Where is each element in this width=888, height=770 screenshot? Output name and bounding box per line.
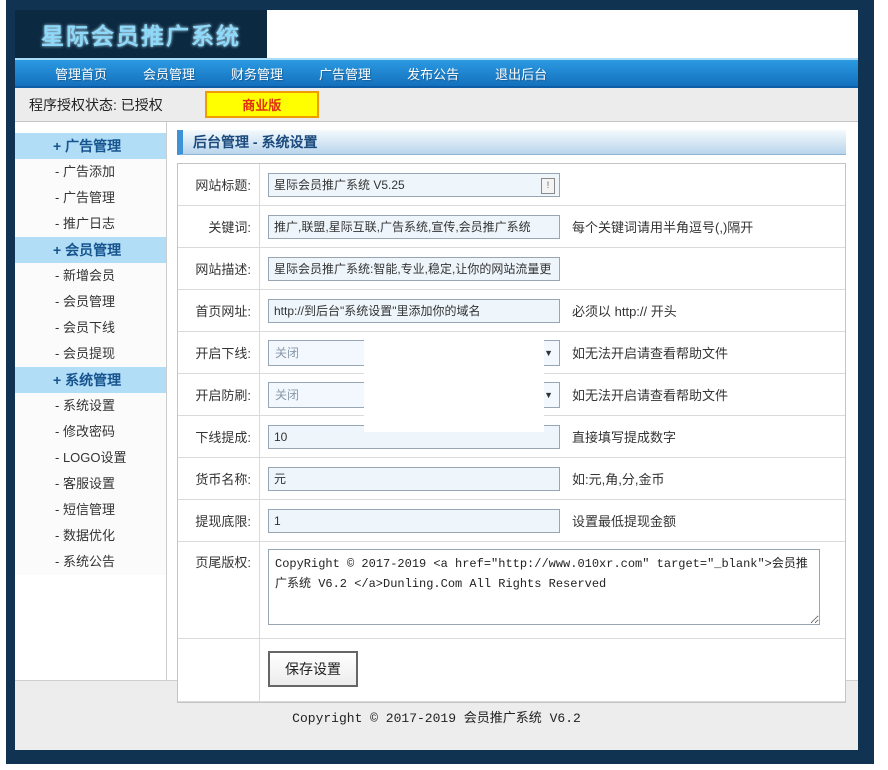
- footer-copyright-textarea[interactable]: CopyRight © 2017-2019 <a href="http://ww…: [268, 549, 820, 625]
- input-addon-icon: !: [541, 178, 555, 194]
- nav-item-finance[interactable]: 财务管理: [231, 64, 283, 83]
- nav-item-members[interactable]: 会员管理: [143, 64, 195, 83]
- field-label: 下线提成:: [178, 416, 260, 457]
- sidebar-item-ad-add[interactable]: - 广告添加: [15, 159, 166, 185]
- sidebar-item-member-downline[interactable]: - 会员下线: [15, 315, 166, 341]
- form-row-home-url: 首页网址: 必须以 http:// 开头: [178, 290, 845, 332]
- header: 星际会员推广系统: [15, 10, 858, 58]
- nav-item-announce[interactable]: 发布公告: [407, 64, 459, 83]
- page-inner: 星际会员推广系统 管理首页 会员管理 财务管理 广告管理 发布公告 退出后台 程…: [15, 10, 858, 750]
- withdraw-minimum-input[interactable]: [268, 509, 560, 533]
- field-label: 关键词:: [178, 206, 260, 247]
- sidebar-item-member-withdraw[interactable]: - 会员提现: [15, 341, 166, 367]
- field-label: 提现底限:: [178, 500, 260, 541]
- sidebar-section-ads[interactable]: + 广告管理: [15, 133, 166, 159]
- sidebar-item-data-optimize[interactable]: - 数据优化: [15, 523, 166, 549]
- select-value: 关闭: [275, 386, 299, 403]
- edition-badge[interactable]: 商业版: [205, 91, 319, 118]
- field-label: 开启防刷:: [178, 374, 260, 415]
- field-label: 页尾版权:: [178, 542, 260, 638]
- field-hint: 如无法开启请查看帮助文件: [572, 385, 728, 404]
- nav-item-ads[interactable]: 广告管理: [319, 64, 371, 83]
- sidebar-item-system-settings[interactable]: - 系统设置: [15, 393, 166, 419]
- app-logo: 星际会员推广系统: [41, 17, 241, 51]
- form-row-keywords: 关键词: 每个关键词请用半角逗号(,)隔开: [178, 206, 845, 248]
- form-row-currency: 货币名称: 如:元,角,分,金币: [178, 458, 845, 500]
- sidebar-section-members[interactable]: + 会员管理: [15, 237, 166, 263]
- chevron-down-icon: ▼: [544, 348, 553, 358]
- field-hint: 直接填写提成数字: [572, 427, 676, 446]
- currency-name-input[interactable]: [268, 467, 560, 491]
- form-row-site-title: 网站标题: !: [178, 164, 845, 206]
- field-hint: 每个关键词请用半角逗号(,)隔开: [572, 217, 753, 236]
- sidebar-item-system-notice[interactable]: - 系统公告: [15, 549, 166, 575]
- page-title: 后台管理 - 系统设置: [177, 130, 846, 155]
- field-hint: 设置最低提现金额: [572, 511, 676, 530]
- field-label: 首页网址:: [178, 290, 260, 331]
- field-label: 网站标题:: [178, 164, 260, 205]
- sidebar: + 广告管理 - 广告添加 - 广告管理 - 推广日志 + 会员管理 - 新增会…: [15, 122, 167, 680]
- form-row-withdraw-min: 提现底限: 设置最低提现金额: [178, 500, 845, 542]
- top-nav: 管理首页 会员管理 财务管理 广告管理 发布公告 退出后台: [15, 58, 858, 88]
- nav-item-logout[interactable]: 退出后台: [495, 64, 547, 83]
- footer-copyright: Copyright © 2017-2019 会员推广系统 V6.2: [292, 711, 581, 726]
- sidebar-item-service-settings[interactable]: - 客服设置: [15, 471, 166, 497]
- sidebar-item-member-manage[interactable]: - 会员管理: [15, 289, 166, 315]
- page-frame: 星际会员推广系统 管理首页 会员管理 财务管理 广告管理 发布公告 退出后台 程…: [6, 0, 874, 764]
- field-hint: 如:元,角,分,金币: [572, 469, 664, 488]
- form-row-footer-copyright: 页尾版权: CopyRight © 2017-2019 <a href="htt…: [178, 542, 845, 639]
- status-bar: 程序授权状态: 已授权 商业版: [15, 88, 858, 122]
- field-label: 开启下线:: [178, 332, 260, 373]
- field-label: 网站描述:: [178, 248, 260, 289]
- select-value: 关闭: [275, 344, 299, 361]
- main-panel: 后台管理 - 系统设置 网站标题: ! 关键词:: [167, 122, 858, 680]
- field-label: 货币名称:: [178, 458, 260, 499]
- sidebar-item-member-add[interactable]: - 新增会员: [15, 263, 166, 289]
- chevron-down-icon: ▼: [544, 390, 553, 400]
- nav-item-admin-home[interactable]: 管理首页: [55, 64, 107, 83]
- form-row-save: 保存设置: [178, 639, 845, 702]
- logo-box: 星际会员推广系统: [15, 10, 267, 58]
- sidebar-item-logo-settings[interactable]: - LOGO设置: [15, 445, 166, 471]
- keywords-input[interactable]: [268, 215, 560, 239]
- home-url-input[interactable]: [268, 299, 560, 323]
- save-settings-button[interactable]: 保存设置: [268, 651, 358, 687]
- site-title-input[interactable]: [268, 173, 560, 197]
- censor-patch: [364, 334, 544, 432]
- sidebar-item-promo-log[interactable]: - 推广日志: [15, 211, 166, 237]
- sidebar-item-ad-manage[interactable]: - 广告管理: [15, 185, 166, 211]
- sidebar-item-change-password[interactable]: - 修改密码: [15, 419, 166, 445]
- sidebar-section-system[interactable]: + 系统管理: [15, 367, 166, 393]
- settings-form: 网站标题: ! 关键词: 每个关键词请用半角逗号(,)隔开: [177, 163, 846, 703]
- license-status-label: 程序授权状态: 已授权: [29, 95, 163, 115]
- field-label-empty: [178, 639, 260, 701]
- site-description-input[interactable]: [268, 257, 560, 281]
- content: + 广告管理 - 广告添加 - 广告管理 - 推广日志 + 会员管理 - 新增会…: [15, 122, 858, 680]
- field-hint: 如无法开启请查看帮助文件: [572, 343, 728, 362]
- field-hint: 必须以 http:// 开头: [572, 301, 677, 320]
- form-row-description: 网站描述:: [178, 248, 845, 290]
- sidebar-item-sms-manage[interactable]: - 短信管理: [15, 497, 166, 523]
